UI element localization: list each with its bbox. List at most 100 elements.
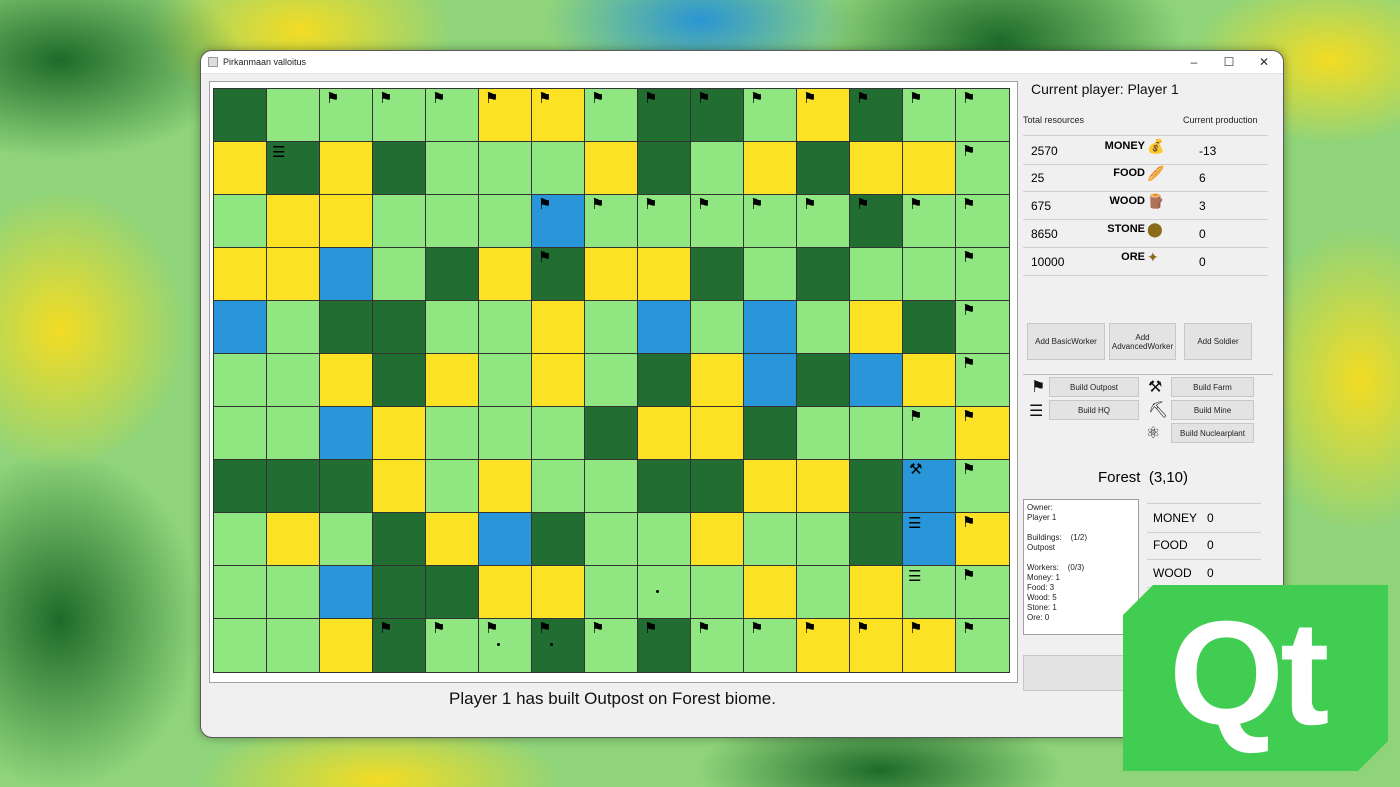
map-tile[interactable]: ⚑ bbox=[956, 195, 1009, 248]
map-tile[interactable]: ⚑ bbox=[532, 248, 585, 301]
map-tile[interactable] bbox=[850, 301, 903, 354]
map-tile[interactable] bbox=[691, 513, 744, 566]
map-tile[interactable] bbox=[426, 354, 479, 407]
map-tile[interactable] bbox=[479, 248, 532, 301]
map-tile[interactable] bbox=[797, 460, 850, 513]
map-tile[interactable] bbox=[797, 566, 850, 619]
map-tile[interactable] bbox=[426, 407, 479, 460]
map-tile[interactable] bbox=[373, 566, 426, 619]
map-tile[interactable] bbox=[373, 407, 426, 460]
map-tile[interactable]: ⚑ bbox=[744, 89, 797, 142]
map-tile[interactable] bbox=[744, 301, 797, 354]
map-tile[interactable] bbox=[850, 354, 903, 407]
map-tile[interactable]: ⚑ bbox=[903, 619, 956, 672]
map-tile[interactable] bbox=[373, 142, 426, 195]
build-outpost-button[interactable]: Build Outpost bbox=[1049, 377, 1139, 397]
map-tile[interactable]: ⚒ bbox=[903, 460, 956, 513]
map-tile[interactable] bbox=[691, 142, 744, 195]
map-tile[interactable]: ⚑ bbox=[532, 195, 585, 248]
map-tile[interactable]: ⚑ bbox=[850, 89, 903, 142]
map-tile[interactable]: ⚑ bbox=[691, 89, 744, 142]
map-tile[interactable]: ⚑ bbox=[956, 248, 1009, 301]
map-tile[interactable] bbox=[320, 619, 373, 672]
map-tile[interactable] bbox=[373, 354, 426, 407]
map-tile[interactable] bbox=[479, 301, 532, 354]
map-tile[interactable] bbox=[532, 460, 585, 513]
map-tile[interactable]: ⚑ bbox=[691, 619, 744, 672]
add-advanced-worker-button[interactable]: Add AdvancedWorker bbox=[1109, 323, 1176, 360]
map-tile[interactable] bbox=[691, 354, 744, 407]
map-tile[interactable]: ⚑ bbox=[532, 619, 585, 672]
map-tile[interactable] bbox=[638, 301, 691, 354]
map-tile[interactable]: ⚑ bbox=[956, 354, 1009, 407]
map-tile[interactable] bbox=[479, 407, 532, 460]
map-tile[interactable] bbox=[585, 566, 638, 619]
map-tile[interactable]: ⚑ bbox=[479, 619, 532, 672]
map-tile[interactable] bbox=[585, 248, 638, 301]
map-tile[interactable] bbox=[585, 460, 638, 513]
map-tile[interactable] bbox=[532, 566, 585, 619]
map-tile[interactable] bbox=[214, 248, 267, 301]
map-tile[interactable] bbox=[214, 513, 267, 566]
map-tile[interactable] bbox=[744, 407, 797, 460]
map-tile[interactable]: ⚑ bbox=[797, 195, 850, 248]
map-tile[interactable] bbox=[267, 566, 320, 619]
map-tile[interactable] bbox=[532, 142, 585, 195]
map-tile[interactable] bbox=[850, 248, 903, 301]
map-tile[interactable]: ⚑ bbox=[956, 407, 1009, 460]
map-tile[interactable]: ⚑ bbox=[744, 619, 797, 672]
map-tile[interactable] bbox=[691, 566, 744, 619]
map-tile[interactable]: ⚑ bbox=[479, 89, 532, 142]
map-tile[interactable] bbox=[585, 354, 638, 407]
map-tile[interactable] bbox=[214, 89, 267, 142]
map-tile[interactable]: ⚑ bbox=[532, 89, 585, 142]
map-tile[interactable] bbox=[638, 407, 691, 460]
build-farm-button[interactable]: Build Farm bbox=[1171, 377, 1254, 397]
map-tile[interactable]: ☰ bbox=[903, 513, 956, 566]
map-tile[interactable] bbox=[532, 354, 585, 407]
map-tile[interactable] bbox=[214, 195, 267, 248]
map-tile[interactable] bbox=[744, 513, 797, 566]
close-button[interactable]: ✕ bbox=[1249, 53, 1279, 71]
map-tile[interactable] bbox=[320, 142, 373, 195]
map-tile[interactable] bbox=[373, 513, 426, 566]
map-tile[interactable] bbox=[744, 142, 797, 195]
map-tile[interactable] bbox=[585, 301, 638, 354]
map-tile[interactable]: ⚑ bbox=[903, 407, 956, 460]
map-tile[interactable] bbox=[744, 354, 797, 407]
build-hq-button[interactable]: Build HQ bbox=[1049, 400, 1139, 420]
map-tile[interactable] bbox=[797, 407, 850, 460]
map-tile[interactable] bbox=[426, 301, 479, 354]
map-tile[interactable] bbox=[691, 301, 744, 354]
map-tile[interactable]: ⚑ bbox=[638, 619, 691, 672]
map-tile[interactable] bbox=[479, 460, 532, 513]
map-tile[interactable]: ⚑ bbox=[426, 89, 479, 142]
map-tile[interactable] bbox=[373, 195, 426, 248]
map-tile[interactable] bbox=[797, 354, 850, 407]
map-tile[interactable] bbox=[426, 460, 479, 513]
map-tile[interactable] bbox=[267, 513, 320, 566]
map-tile[interactable]: ⚑ bbox=[320, 89, 373, 142]
map-tile[interactable]: ⚑ bbox=[903, 89, 956, 142]
map-tile[interactable] bbox=[797, 142, 850, 195]
map-tile[interactable] bbox=[797, 513, 850, 566]
map-tile[interactable] bbox=[850, 460, 903, 513]
map-tile[interactable] bbox=[532, 407, 585, 460]
map-tile[interactable] bbox=[373, 460, 426, 513]
map-tile[interactable]: ⚑ bbox=[956, 619, 1009, 672]
build-nuclearplant-button[interactable]: Build Nuclearplant bbox=[1171, 423, 1254, 443]
map-tile[interactable] bbox=[214, 301, 267, 354]
map-tile[interactable]: ⚑ bbox=[956, 142, 1009, 195]
build-mine-button[interactable]: Build Mine bbox=[1171, 400, 1254, 420]
map-tile[interactable]: ⚑ bbox=[850, 195, 903, 248]
map-tile[interactable] bbox=[373, 301, 426, 354]
map-tile[interactable]: ⚑ bbox=[585, 619, 638, 672]
map-tile[interactable] bbox=[267, 89, 320, 142]
map-tile[interactable] bbox=[320, 301, 373, 354]
map-tile[interactable]: ⚑ bbox=[585, 195, 638, 248]
map-tile[interactable] bbox=[479, 513, 532, 566]
map-tile[interactable] bbox=[903, 354, 956, 407]
map-tile[interactable] bbox=[850, 513, 903, 566]
map-tile[interactable] bbox=[903, 248, 956, 301]
map-tile[interactable] bbox=[691, 248, 744, 301]
